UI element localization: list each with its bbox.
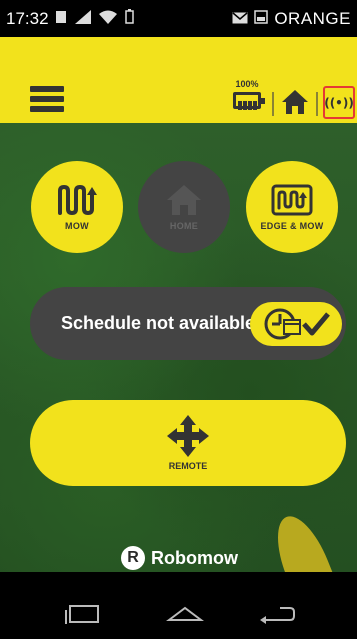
nav-home-icon[interactable]: [165, 602, 205, 626]
mower-battery-indicator: 100%: [227, 79, 267, 115]
home-label: HOME: [169, 221, 199, 231]
edge-mow-button[interactable]: EDGE & MOW: [246, 161, 338, 253]
carrier-name: ORANGE: [274, 8, 351, 28]
move-arrows-icon: [167, 415, 209, 457]
mow-pattern-icon: [58, 184, 97, 216]
image-icon: [254, 9, 269, 29]
remote-label: REMOTE: [168, 461, 208, 471]
android-nav-bar: [0, 572, 357, 639]
wifi-icon: [98, 9, 117, 29]
status-battery-icon: [124, 8, 134, 29]
battery-icon: [233, 92, 265, 110]
mow-label: MOW: [65, 221, 89, 231]
schedule-check-icon: [264, 308, 330, 340]
header-divider: [316, 92, 318, 116]
home-dock-button[interactable]: HOME: [138, 161, 230, 253]
brand-name: Robomow: [151, 547, 238, 568]
notification-icon: [55, 9, 67, 29]
status-bar: 17:32 ORANGE: [0, 0, 357, 37]
house-icon: [167, 185, 201, 215]
home-icon[interactable]: [280, 88, 310, 116]
remote-button[interactable]: REMOTE: [30, 400, 346, 486]
edge-mow-icon: [271, 184, 313, 216]
back-icon[interactable]: [260, 602, 300, 626]
brand-logo: R Robomow: [121, 546, 238, 570]
menu-icon[interactable]: [30, 86, 64, 112]
schedule-status-text: Schedule not available: [61, 313, 256, 333]
schedule-toggle[interactable]: [250, 302, 342, 346]
mail-icon: [232, 9, 248, 29]
background-leaf: [265, 508, 349, 572]
schedule-panel: Schedule not available: [30, 287, 346, 360]
status-time: 17:32: [6, 8, 49, 28]
battery-percent: 100%: [235, 79, 259, 89]
recent-apps-icon[interactable]: [64, 602, 104, 626]
edge-mow-label: EDGE & MOW: [260, 221, 324, 231]
brand-badge-icon: R: [121, 546, 145, 570]
connection-signal-icon[interactable]: ((•)): [323, 86, 355, 119]
mow-button[interactable]: MOW: [31, 161, 123, 253]
cell-signal-icon: [74, 9, 91, 29]
app-header: 100% ((•)): [0, 37, 357, 123]
header-divider: [272, 92, 274, 116]
